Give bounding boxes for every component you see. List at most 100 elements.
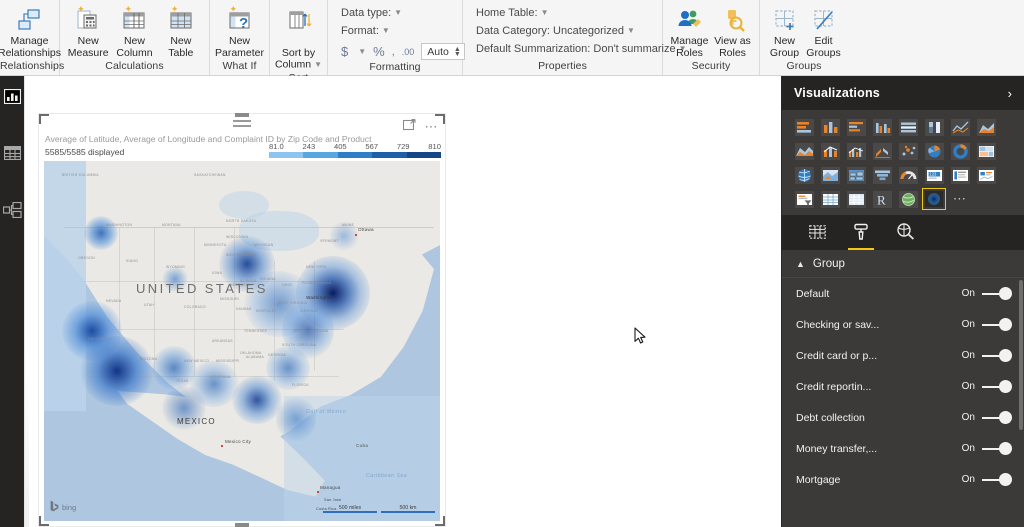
viz-line-clustered-column-chart[interactable] (844, 140, 868, 162)
viz-table[interactable] (818, 188, 842, 210)
tab-fields[interactable] (804, 220, 830, 250)
viz-card[interactable]: 123 (922, 164, 946, 186)
viz-hundred-stacked-bar-chart[interactable] (896, 116, 920, 138)
stepper-arrows-icon[interactable]: ▲ ▼ (454, 46, 461, 58)
map-border (194, 227, 195, 377)
viz-scatter-chart[interactable] (896, 140, 920, 162)
toggle-row-money-transfer[interactable]: Money transfer,... On (782, 433, 1024, 464)
home-table-control[interactable]: Home Table: ▼ (476, 5, 687, 21)
toggle-state: On (961, 412, 975, 423)
viz-shape-map[interactable] (844, 164, 868, 186)
edit-groups-button[interactable]: Edit Groups (804, 2, 843, 59)
viz-map[interactable] (792, 164, 816, 186)
format-section-group[interactable]: ▲ Group (782, 250, 1024, 278)
new-column-button[interactable]: ✦ New Column (111, 2, 157, 59)
viz-stacked-area-chart[interactable] (792, 140, 816, 162)
relationships-icon (2, 201, 22, 223)
power-bi-window: Manage Relationships Relationships ✦ New… (0, 0, 1024, 527)
data-type-control[interactable]: Data type: ▼ (341, 5, 465, 21)
viz-clustered-column-chart[interactable] (870, 116, 894, 138)
chevron-down-icon[interactable]: ▼ (314, 60, 322, 69)
data-category-control[interactable]: Data Category: Uncategorized ▼ (476, 23, 687, 39)
chevron-down-icon[interactable]: ▼ (358, 47, 366, 56)
viz-stacked-column-chart[interactable] (818, 116, 842, 138)
thousands-separator-button[interactable]: , (392, 46, 395, 58)
chevron-down-icon[interactable]: ▼ (394, 8, 402, 17)
resize-handle-bottom[interactable] (235, 523, 249, 527)
viz-heatmap-visual[interactable] (922, 188, 946, 210)
map-label: ARKANSAS (212, 339, 233, 343)
decimal-places-button[interactable]: .00 (402, 47, 415, 57)
sidebar-item-report-view[interactable] (0, 80, 24, 117)
viz-clustered-bar-chart[interactable] (844, 116, 868, 138)
report-page[interactable]: ⋯ Average of Latitude, Average of Longit… (29, 80, 781, 527)
toggle-switch[interactable] (982, 318, 1012, 331)
tab-format[interactable] (848, 220, 874, 250)
format-control[interactable]: Format: ▼ (341, 23, 465, 39)
toggle-switch[interactable] (982, 411, 1012, 424)
toggle-row-mortgage[interactable]: Mortgage On (782, 464, 1024, 494)
view-as-roles-button[interactable]: View as Roles (711, 2, 754, 59)
chevron-down-icon[interactable]: ▼ (382, 26, 390, 35)
resize-handle-bottom-right[interactable] (435, 516, 445, 526)
viz-donut-chart[interactable] (948, 140, 972, 162)
viz-treemap[interactable] (974, 140, 998, 162)
viz-r-script-visual[interactable]: R (870, 188, 894, 210)
viz-more-visuals[interactable]: ⋯ (948, 188, 972, 210)
new-group-button[interactable]: New Group (765, 2, 804, 59)
toggle-row-checking-or-savings[interactable]: Checking or sav... On (782, 309, 1024, 340)
new-measure-button[interactable]: ✦ New Measure (65, 2, 111, 59)
viz-funnel[interactable] (870, 164, 894, 186)
report-canvas[interactable]: ⋯ Average of Latitude, Average of Longit… (24, 76, 781, 527)
manage-roles-button[interactable]: Manage Roles (668, 2, 711, 59)
toggle-switch[interactable] (982, 349, 1012, 362)
viz-line-stacked-column-chart[interactable] (818, 140, 842, 162)
sort-by-column-button[interactable]: Sort by Column ▼ (275, 2, 322, 71)
bing-map[interactable]: BRITISH COLUMBIA SASKATCHEWAN WASHINGTON… (44, 161, 440, 521)
chevron-right-icon[interactable]: › (1008, 86, 1012, 101)
pane-scrollbar[interactable] (1019, 280, 1023, 430)
resize-handle-top[interactable] (235, 113, 249, 117)
resize-handle-bottom-left[interactable] (39, 516, 49, 526)
sidebar-item-data-view[interactable] (0, 137, 24, 174)
viz-arcgis-map[interactable] (896, 188, 920, 210)
viz-ribbon-chart[interactable] (870, 140, 894, 162)
viz-kpi[interactable] (974, 164, 998, 186)
viz-stacked-bar-chart[interactable] (792, 116, 816, 138)
map-visual[interactable]: ⋯ Average of Latitude, Average of Longit… (39, 113, 445, 527)
toggle-row-debt-collection[interactable]: Debt collection On (782, 402, 1024, 433)
default-summarization-control[interactable]: Default Summarization: Don't summarize ▼ (476, 41, 687, 57)
viz-gauge[interactable] (896, 164, 920, 186)
new-table-button[interactable]: ✦ New Table (158, 2, 204, 59)
toggle-row-default[interactable]: Default On (782, 278, 1024, 309)
viz-slicer[interactable] (792, 188, 816, 210)
viz-pie-chart[interactable] (922, 140, 946, 162)
manage-relationships-button[interactable]: Manage Relationships (0, 2, 61, 59)
toggle-row-credit-reporting[interactable]: Credit reportin... On (782, 371, 1024, 402)
new-parameter-button[interactable]: ? ✦ New Parameter (215, 2, 264, 59)
decimal-places-stepper[interactable]: Auto ▲ ▼ (421, 43, 465, 61)
toggle-switch[interactable] (982, 380, 1012, 393)
toggle-switch[interactable] (982, 473, 1012, 486)
chevron-up-icon[interactable]: ▲ (796, 259, 805, 269)
tab-analytics[interactable] (892, 220, 918, 250)
percent-format-button[interactable]: % (373, 44, 385, 59)
sidebar-item-model-view[interactable] (0, 194, 24, 231)
viz-multi-row-card[interactable] (948, 164, 972, 186)
viz-matrix[interactable] (844, 188, 868, 210)
chevron-down-icon[interactable]: ▼ (627, 26, 635, 35)
resize-handle-top-right[interactable] (435, 114, 445, 124)
currency-format-button[interactable]: $ (341, 44, 348, 59)
viz-area-chart[interactable] (974, 116, 998, 138)
map-city-label: San Jose (324, 498, 342, 502)
toggle-switch[interactable] (982, 287, 1012, 300)
viz-filled-map[interactable] (818, 164, 842, 186)
ribbon-group-label-calculations: Calculations (105, 60, 164, 72)
toggle-switch[interactable] (982, 442, 1012, 455)
chevron-down-icon[interactable]: ▼ (541, 8, 549, 17)
toggle-row-credit-card-or-prepaid[interactable]: Credit card or p... On (782, 340, 1024, 371)
visual-drag-handle[interactable] (233, 120, 251, 130)
viz-hundred-stacked-column-chart[interactable] (922, 116, 946, 138)
viz-line-chart[interactable] (948, 116, 972, 138)
resize-handle-top-left[interactable] (39, 114, 49, 124)
